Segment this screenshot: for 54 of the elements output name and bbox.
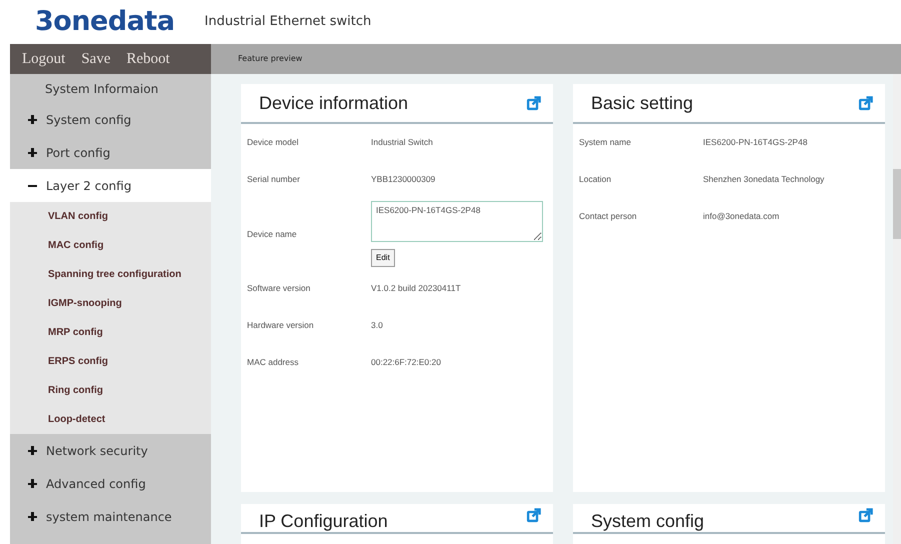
panel-title: Basic setting	[591, 92, 694, 115]
panel-title: Device information	[259, 92, 408, 114]
field-label: Device name	[246, 228, 298, 240]
sidebar-label: Layer 2 config	[46, 178, 132, 194]
submenu-item[interactable]: ERPS config	[10, 347, 211, 376]
submenu-item[interactable]: MRP config	[10, 318, 211, 347]
toolbar-button[interactable]: Reboot	[118, 48, 178, 70]
field-label: Device model	[246, 136, 300, 149]
plus-icon	[28, 115, 37, 124]
panel-title: IP Configuration	[259, 510, 388, 533]
field-value: YBB1230000309	[371, 174, 436, 184]
panel-title: System config	[591, 510, 704, 533]
field-value: Shenzhen 3onedata Technology	[703, 174, 824, 184]
field-value: 3.0	[371, 320, 383, 330]
submenu-item[interactable]: Ring config	[10, 376, 211, 405]
sidebar-label: Port config	[46, 144, 110, 162]
submenu-item[interactable]: IGMP-snooping	[10, 289, 211, 318]
field-label: System name	[578, 136, 632, 149]
field-value: 00:22:6F:72:E0:20	[371, 357, 441, 368]
toolbar-button[interactable]: Save	[73, 48, 119, 70]
edit-button[interactable]: Edit	[371, 249, 395, 268]
field-value: IES6200-PN-16T4GS-2P48	[703, 137, 808, 148]
submenu-item[interactable]: Spanning tree configuration	[10, 260, 211, 289]
field-label: MAC address	[246, 356, 300, 369]
plus-icon	[28, 148, 37, 157]
plus-icon	[28, 512, 37, 521]
field-label: Location	[578, 173, 612, 186]
scrollbar[interactable]	[893, 74, 901, 544]
product-title: Industrial Ethernet switch	[204, 13, 372, 32]
field-label: Software version	[246, 282, 312, 295]
breadcrumb: Feature preview	[238, 53, 302, 65]
submenu-item[interactable]: VLAN config	[10, 202, 211, 231]
external-link-icon[interactable]	[526, 508, 541, 523]
submenu-item[interactable]: MAC config	[10, 231, 211, 260]
sidebar-label: system maintenance	[46, 508, 172, 526]
plus-icon	[28, 446, 37, 455]
field-value: Industrial Switch	[371, 137, 433, 148]
field-label: Contact person	[578, 210, 638, 223]
external-link-icon[interactable]	[526, 96, 541, 110]
field-value: info@3onedata.com	[703, 211, 780, 222]
logo: 3onedata	[35, 4, 175, 39]
submenu-item[interactable]: Loop-detect	[10, 405, 211, 434]
plus-icon	[28, 479, 37, 488]
external-link-icon[interactable]	[858, 508, 873, 523]
field-label: Serial number	[246, 173, 301, 186]
sidebar-item[interactable]: Layer 2 config	[10, 169, 211, 202]
field-label: Hardware version	[246, 319, 315, 332]
sidebar-label: Network security	[46, 442, 148, 460]
toolbar-button[interactable]: Logout	[14, 48, 74, 70]
device-name-field[interactable]: IES6200-PN-16T4GS-2P48	[371, 200, 543, 242]
sidebar-label: System config	[46, 112, 132, 128]
field-value: V1.0.2 build 20230411T	[371, 283, 461, 294]
external-link-icon[interactable]	[858, 96, 873, 110]
sidebar-label: Advanced config	[46, 476, 146, 492]
